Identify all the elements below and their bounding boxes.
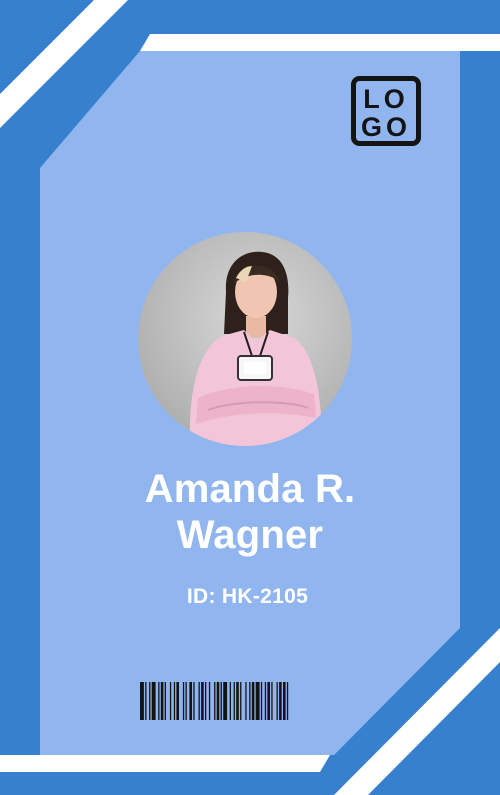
barcode-bar <box>182 682 185 720</box>
logo-box-icon: LO GO <box>351 76 421 146</box>
barcode-bar <box>260 682 263 720</box>
barcode-bar <box>255 682 260 720</box>
barcode-bar <box>245 682 247 720</box>
barcode-bar <box>198 682 200 720</box>
barcode-bar <box>240 682 242 720</box>
bottom-band <box>0 755 330 772</box>
barcode-bar <box>236 682 239 720</box>
barcode-bar <box>251 682 255 720</box>
barcode-bar <box>264 682 267 720</box>
logo-line-2: GO <box>361 112 411 142</box>
name-line-2: Wagner <box>176 513 324 557</box>
barcode-bar <box>149 682 151 720</box>
logo: LO GO <box>351 76 421 146</box>
barcode-bar <box>151 682 156 720</box>
badge-id-number: ID: HK-2105 <box>186 585 309 608</box>
barcode-bar <box>140 682 144 720</box>
barcode-bar <box>249 682 251 720</box>
barcode-bar <box>220 682 222 720</box>
barcode-bar <box>279 682 282 720</box>
barcode-bar <box>283 682 286 720</box>
barcode-bar <box>267 682 270 720</box>
barcode-bar <box>216 682 220 720</box>
barcode-bar <box>145 682 147 720</box>
barcode-bar <box>189 682 192 720</box>
top-band <box>140 34 500 51</box>
barcode-bar <box>173 682 176 720</box>
barcode-bar <box>205 682 207 720</box>
barcode-bar <box>223 682 228 720</box>
barcode-bar <box>158 682 160 720</box>
barcode-bar <box>271 682 273 720</box>
barcode-icon <box>140 682 289 720</box>
portrait-illustration <box>138 232 352 446</box>
barcode-bar <box>208 682 211 720</box>
barcode-bar <box>214 682 216 720</box>
barcode-bar <box>193 682 195 720</box>
barcode-bar <box>229 682 231 720</box>
barcode-bar <box>185 682 187 720</box>
barcode-bar <box>169 682 172 720</box>
badge-holder-name: Amanda R. Wagner <box>40 466 460 558</box>
barcode-bar <box>286 682 289 720</box>
portrait-photo <box>138 232 352 446</box>
barcode-bar <box>164 682 166 720</box>
logo-line-1: LO <box>363 84 409 114</box>
barcode-bar <box>176 682 179 720</box>
barcode-bar <box>276 682 278 720</box>
barcode-bar <box>233 682 235 720</box>
name-line-1: Amanda R. <box>144 467 356 511</box>
id-badge: LO GO Amanda R. Wagner ID: HK-2105 <box>0 0 500 795</box>
barcode-bar <box>160 682 164 720</box>
barcode-bar <box>201 682 204 720</box>
